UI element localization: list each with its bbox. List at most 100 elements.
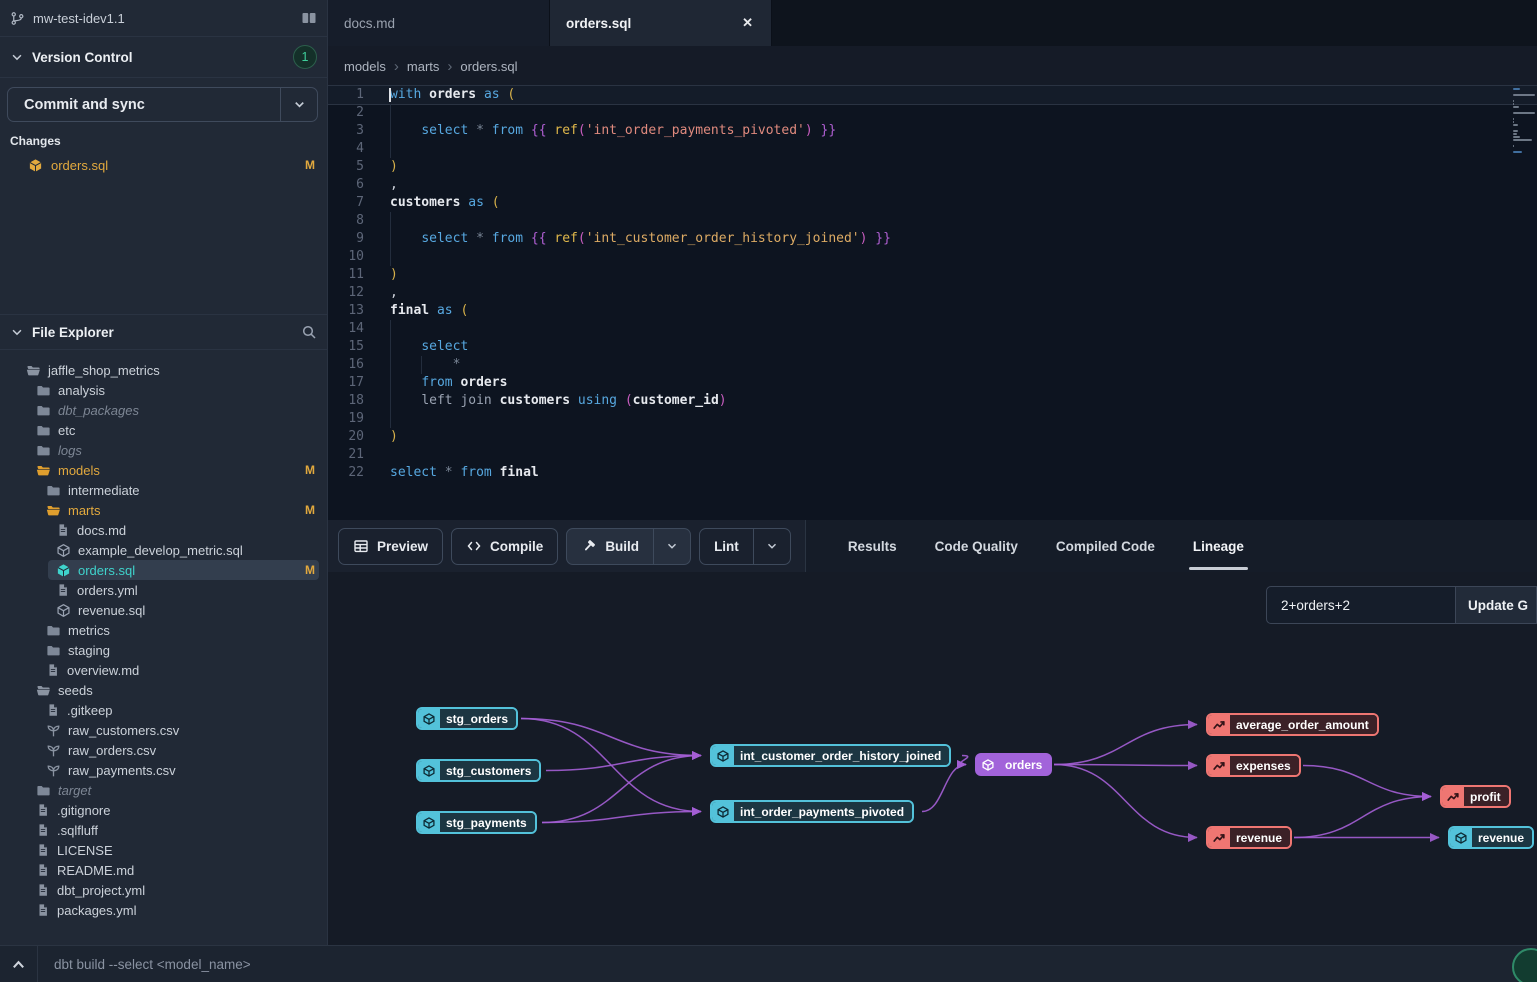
preview-button-group: Preview bbox=[338, 528, 443, 565]
tree-item--sqlfluff[interactable]: .sqlfluff bbox=[0, 820, 327, 840]
code-line-19: 19 bbox=[328, 410, 1537, 428]
line-number: 9 bbox=[328, 230, 364, 248]
lint-dropdown-button[interactable] bbox=[753, 529, 790, 564]
hammer-icon bbox=[581, 538, 597, 554]
code-editor[interactable]: 1 with orders as (2 3 select * from {{ r… bbox=[328, 86, 1537, 520]
tree-item-marts[interactable]: martsM bbox=[0, 500, 327, 520]
line-number: 3 bbox=[328, 122, 364, 140]
tree-item-label: packages.yml bbox=[57, 903, 315, 918]
lineage-node-int_customer_order_history_joined[interactable]: int_customer_order_history_joined bbox=[710, 744, 951, 767]
lineage-panel: Update G stg_orders stg_customers stg_pa… bbox=[328, 572, 1537, 945]
file-icon bbox=[56, 583, 70, 597]
build-button[interactable]: Build bbox=[567, 529, 653, 564]
update-graph-button[interactable]: Update G bbox=[1456, 586, 1537, 624]
tree-item-dbt-packages[interactable]: dbt_packages bbox=[0, 400, 327, 420]
lineage-node-expenses[interactable]: expenses bbox=[1206, 754, 1301, 777]
tree-item--gitignore[interactable]: .gitignore bbox=[0, 800, 327, 820]
line-number: 4 bbox=[328, 140, 364, 158]
indent-guide bbox=[390, 374, 391, 392]
minimap[interactable] bbox=[1513, 88, 1535, 154]
code-line-13: 13 final as ( bbox=[328, 302, 1537, 320]
dbt-command-input[interactable] bbox=[38, 946, 1537, 982]
tree-item-dbt-project-yml[interactable]: dbt_project.yml bbox=[0, 880, 327, 900]
lineage-node-orders[interactable]: orders bbox=[975, 753, 1052, 776]
tab-orders-sql[interactable]: orders.sql✕ bbox=[550, 0, 772, 46]
tree-item-analysis[interactable]: analysis bbox=[0, 380, 327, 400]
lineage-node-int_order_payments_pivoted[interactable]: int_order_payments_pivoted bbox=[710, 800, 914, 823]
tree-item-label: target bbox=[58, 783, 315, 798]
minimap-line bbox=[1513, 151, 1522, 153]
lineage-node-stg_payments[interactable]: stg_payments bbox=[416, 811, 537, 834]
lineage-node-stg_customers[interactable]: stg_customers bbox=[416, 759, 541, 782]
tree-item-seeds[interactable]: seeds bbox=[0, 680, 327, 700]
tree-item-raw-customers-csv[interactable]: raw_customers.csv bbox=[0, 720, 327, 740]
tree-item-label: metrics bbox=[68, 623, 315, 638]
breadcrumb-item[interactable]: orders.sql bbox=[460, 59, 517, 74]
lineage-node-average_order_amount[interactable]: average_order_amount bbox=[1206, 713, 1379, 736]
tree-item-revenue-sql[interactable]: revenue.sql bbox=[0, 600, 327, 620]
build-dropdown-button[interactable] bbox=[653, 529, 690, 564]
line-number: 16 bbox=[328, 356, 364, 374]
seed-icon bbox=[46, 723, 61, 738]
seed-icon bbox=[46, 763, 61, 778]
compile-button[interactable]: Compile bbox=[452, 529, 557, 564]
line-number: 13 bbox=[328, 302, 364, 320]
breadcrumb-item[interactable]: marts bbox=[407, 59, 440, 74]
layout-columns-icon[interactable] bbox=[301, 10, 317, 26]
tab-lineage[interactable]: Lineage bbox=[1179, 520, 1258, 572]
tree-item-orders-yml[interactable]: orders.yml bbox=[0, 580, 327, 600]
tree-item-raw-payments-csv[interactable]: raw_payments.csv bbox=[0, 760, 327, 780]
lineage-node-stg_orders[interactable]: stg_orders bbox=[416, 707, 518, 730]
tree-item-jaffle-shop-metrics[interactable]: jaffle_shop_metrics bbox=[0, 360, 327, 380]
node-label: profit bbox=[1464, 787, 1509, 806]
tree-item-docs-md[interactable]: docs.md bbox=[0, 520, 327, 540]
close-icon[interactable]: ✕ bbox=[738, 13, 757, 33]
tree-item-metrics[interactable]: metrics bbox=[0, 620, 327, 640]
lineage-node-profit[interactable]: profit bbox=[1440, 785, 1511, 808]
file-explorer-header[interactable]: File Explorer bbox=[0, 314, 327, 350]
tree-item-etc[interactable]: etc bbox=[0, 420, 327, 440]
tree-item-example-develop-metric-sql[interactable]: example_develop_metric.sql bbox=[0, 540, 327, 560]
tab-code-quality[interactable]: Code Quality bbox=[921, 520, 1032, 572]
tree-item-target[interactable]: target bbox=[0, 780, 327, 800]
tree-item-label: overview.md bbox=[67, 663, 315, 678]
lint-button[interactable]: Lint bbox=[700, 529, 753, 564]
tree-item-label: intermediate bbox=[68, 483, 315, 498]
version-control-header[interactable]: Version Control 1 bbox=[0, 37, 327, 78]
tree-item-raw-orders-csv[interactable]: raw_orders.csv bbox=[0, 740, 327, 760]
line-number: 6 bbox=[328, 176, 364, 194]
file-icon bbox=[36, 863, 50, 877]
folder-icon bbox=[36, 403, 51, 418]
tree-item-logs[interactable]: logs bbox=[0, 440, 327, 460]
tree-item-packages-yml[interactable]: packages.yml bbox=[0, 900, 327, 920]
chevron-up-icon[interactable] bbox=[0, 946, 38, 982]
node-label: stg_payments bbox=[440, 813, 535, 832]
tree-item-label: raw_orders.csv bbox=[68, 743, 315, 758]
tree-item-orders-sql[interactable]: orders.sqlM bbox=[0, 560, 327, 580]
lineage-node-revenue_model[interactable]: revenue bbox=[1448, 826, 1534, 849]
tree-item-staging[interactable]: staging bbox=[0, 640, 327, 660]
lineage-selector-input[interactable] bbox=[1266, 586, 1456, 624]
tree-item-license[interactable]: LICENSE bbox=[0, 840, 327, 860]
changed-file-row[interactable]: orders.sql M bbox=[0, 152, 327, 178]
commit-split-button: Commit and sync bbox=[7, 87, 318, 122]
tree-item-models[interactable]: modelsM bbox=[0, 460, 327, 480]
commit-options-button[interactable] bbox=[280, 88, 317, 121]
tab-results[interactable]: Results bbox=[834, 520, 911, 572]
tab-docs-md[interactable]: docs.md bbox=[328, 0, 550, 46]
button-label: Lint bbox=[714, 539, 739, 554]
tree-item--gitkeep[interactable]: .gitkeep bbox=[0, 700, 327, 720]
preview-button[interactable]: Preview bbox=[339, 529, 442, 564]
tree-item-intermediate[interactable]: intermediate bbox=[0, 480, 327, 500]
code-line-1: 1 with orders as ( bbox=[328, 86, 1537, 104]
lineage-node-revenue[interactable]: revenue bbox=[1206, 826, 1292, 849]
branch-name[interactable]: mw-test-idev1.1 bbox=[33, 11, 293, 26]
tab-compiled-code[interactable]: Compiled Code bbox=[1042, 520, 1169, 572]
breadcrumb-item[interactable]: models bbox=[344, 59, 386, 74]
tree-item-label: example_develop_metric.sql bbox=[78, 543, 315, 558]
version-control-title: Version Control bbox=[32, 50, 285, 65]
commit-and-sync-button[interactable]: Commit and sync bbox=[8, 88, 280, 121]
tree-item-readme-md[interactable]: README.md bbox=[0, 860, 327, 880]
tree-item-overview-md[interactable]: overview.md bbox=[0, 660, 327, 680]
search-icon[interactable] bbox=[301, 324, 317, 340]
